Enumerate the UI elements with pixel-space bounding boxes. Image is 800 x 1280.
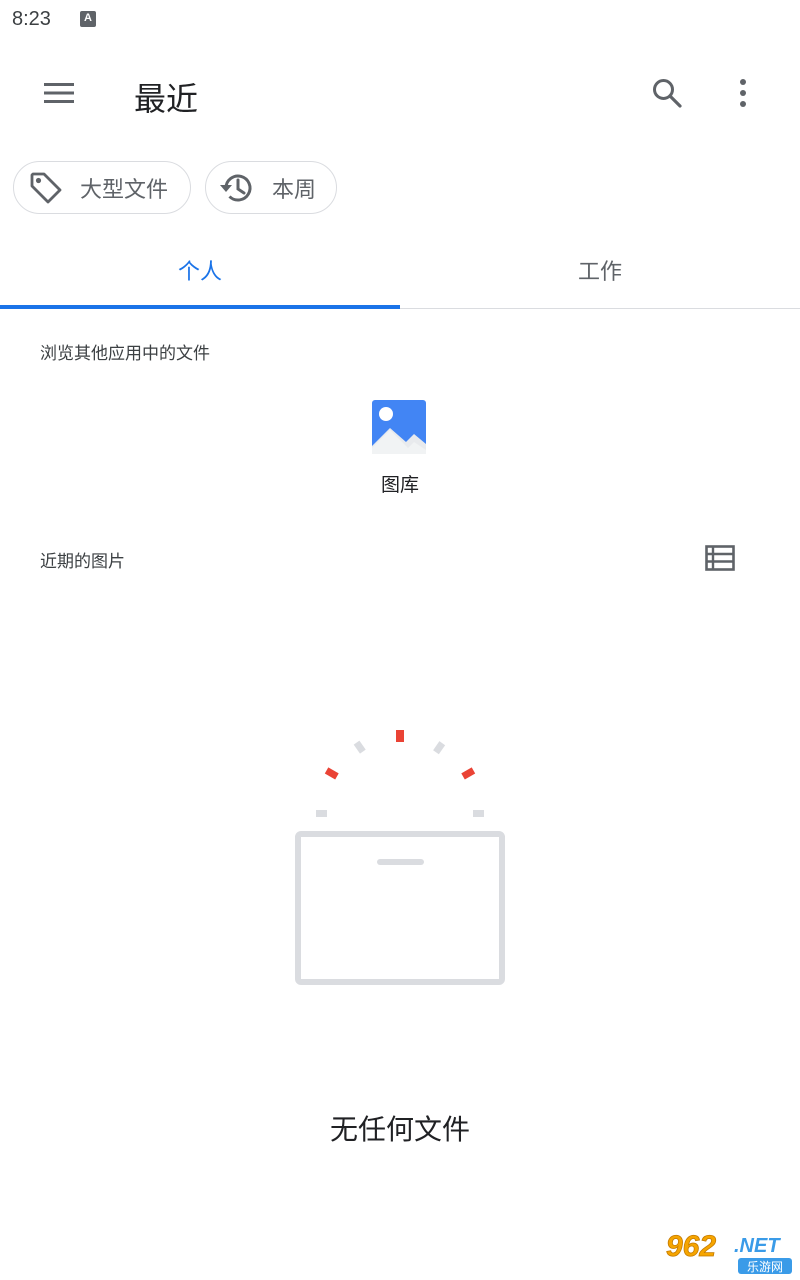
history-icon [218,168,258,208]
browse-apps-heading: 浏览其他应用中的文件 [40,344,210,364]
chip-label-this-week: 本周 [272,177,317,203]
svg-text:962: 962 [666,1230,716,1263]
this-week-chip[interactable]: 本周 [205,161,337,214]
svg-text:.NET: .NET [734,1235,781,1257]
tag-icon [26,168,66,208]
tab-personal[interactable]: 个人 [0,232,400,308]
list-view-toggle-button[interactable] [698,538,742,578]
search-icon [653,79,682,108]
svg-text:乐游网: 乐游网 [747,1260,783,1274]
chip-label-large-files: 大型文件 [80,177,169,203]
large-files-chip[interactable]: 大型文件 [13,161,191,214]
search-button[interactable] [642,70,692,116]
gallery-app-label: 图库 [380,474,419,496]
menu-button[interactable] [30,70,90,116]
menu-icon [44,83,74,103]
empty-folder-illustration [295,730,505,985]
list-view-icon [705,545,735,571]
tab-bar: 个人 工作 [0,232,800,309]
app-bar: 最近 [0,50,800,138]
status-bar: 8:23 A [0,0,800,40]
empty-state-message: 无任何文件 [329,1113,470,1146]
more-options-button[interactable] [720,70,766,116]
notification-icon: A [80,11,96,27]
recent-images-heading: 近期的图片 [40,552,125,572]
photo-gallery-icon [372,400,426,454]
site-watermark-logo: 962 .NET 乐游网 [666,1230,792,1274]
page-title: 最近 [134,80,199,118]
status-time: 8:23 [12,8,51,30]
gallery-app-item[interactable]: 图库 [352,394,448,504]
tab-indicator [0,305,400,309]
more-vert-icon [740,79,746,107]
tab-work[interactable]: 工作 [400,232,800,308]
